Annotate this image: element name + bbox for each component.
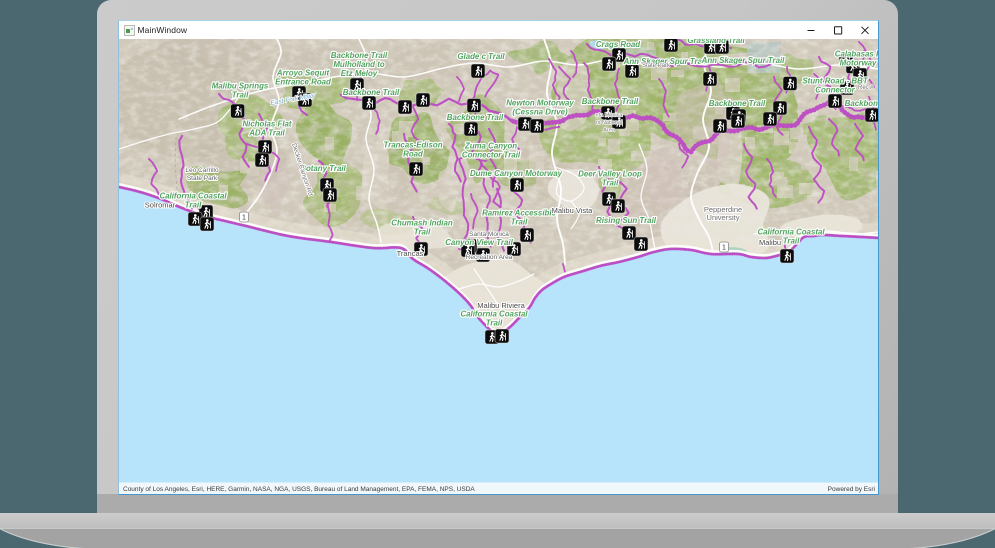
svg-text:Backbone Trail: Backbone Trail bbox=[342, 88, 399, 97]
svg-text:Canyon View Trail: Canyon View Trail bbox=[445, 238, 513, 247]
svg-text:ADA Trail: ADA Trail bbox=[248, 128, 285, 137]
svg-text:Area: Area bbox=[603, 127, 616, 133]
svg-text:Mulholland to: Mulholland to bbox=[333, 60, 384, 69]
svg-text:Recreation Area: Recreation Area bbox=[465, 254, 512, 261]
svg-text:Trancas-Edison: Trancas-Edison bbox=[383, 140, 442, 149]
svg-text:Backbone Trail: Backbone Trail bbox=[581, 97, 638, 106]
svg-text:Crags Road: Crags Road bbox=[595, 40, 639, 49]
svg-text:Ann Skager Spur Trail: Ann Skager Spur Trail bbox=[700, 56, 785, 65]
svg-text:Trail: Trail bbox=[184, 200, 201, 209]
svg-text:Backbone T: Backbone T bbox=[844, 99, 877, 108]
svg-text:Rising Sun Trail: Rising Sun Trail bbox=[596, 216, 657, 225]
svg-text:Arroyo Sequit: Arroyo Sequit bbox=[275, 68, 329, 77]
svg-text:(Cessna Drive): (Cessna Drive) bbox=[512, 107, 568, 116]
svg-text:California Coastal: California Coastal bbox=[460, 309, 528, 318]
svg-text:University: University bbox=[706, 212, 739, 221]
svg-text:Dume Canyon Motorway: Dume Canyon Motorway bbox=[469, 169, 562, 178]
svg-text:1: 1 bbox=[722, 244, 726, 251]
svg-text:Entrance Road: Entrance Road bbox=[275, 77, 331, 86]
svg-text:Deer Valley Loop: Deer Valley Loop bbox=[578, 169, 642, 178]
svg-text:Backbone Trail: Backbone Trail bbox=[708, 99, 765, 108]
svg-text:Etz Meloy: Etz Meloy bbox=[340, 69, 377, 78]
svg-text:County of Los Angeles, Esri, H: County of Los Angeles, Esri, HERE, Garmi… bbox=[123, 486, 475, 493]
svg-text:Solromar: Solromar bbox=[144, 200, 175, 209]
svg-text:Trail: Trail bbox=[510, 217, 527, 226]
svg-text:Trail: Trail bbox=[782, 236, 799, 245]
svg-text:Rec A: Rec A bbox=[857, 85, 873, 91]
svg-text:Backbone Trail: Backbone Trail bbox=[330, 50, 387, 59]
svg-text:Trail: Trail bbox=[231, 90, 248, 99]
svg-text:Nicholas Flat: Nicholas Flat bbox=[242, 119, 291, 128]
svg-text:State Park: State Park bbox=[641, 63, 670, 69]
svg-text:Glade c Trail: Glade c Trail bbox=[457, 52, 505, 61]
svg-text:Powered by Esri: Powered by Esri bbox=[827, 486, 874, 493]
svg-text:rs National: rs National bbox=[595, 120, 621, 126]
svg-text:Road: Road bbox=[403, 149, 423, 158]
svg-text:Backbone Trail: Backbone Trail bbox=[446, 113, 503, 122]
svg-text:Connector Trail: Connector Trail bbox=[461, 150, 520, 159]
svg-text:1: 1 bbox=[242, 214, 246, 221]
svg-text:State Park: State Park bbox=[186, 174, 217, 181]
svg-text:nta Monica: nta Monica bbox=[595, 112, 623, 118]
svg-text:Trail: Trail bbox=[601, 178, 618, 187]
svg-text:Grassland Trail: Grassland Trail bbox=[687, 39, 745, 45]
svg-text:Chumash Indian: Chumash Indian bbox=[391, 218, 453, 227]
svg-text:Zuma Canyon: Zuma Canyon bbox=[463, 141, 516, 150]
svg-text:Malibu Vista: Malibu Vista bbox=[551, 206, 593, 215]
svg-text:Newton Motorway: Newton Motorway bbox=[506, 98, 574, 107]
svg-text:California Coastal: California Coastal bbox=[159, 191, 227, 200]
svg-text:Leo Carrillo: Leo Carrillo bbox=[185, 167, 219, 174]
svg-text:Trail: Trail bbox=[413, 227, 430, 236]
svg-text:Malibu Springs: Malibu Springs bbox=[211, 81, 268, 90]
svg-text:Ramirez Accessible: Ramirez Accessible bbox=[482, 208, 556, 217]
svg-text:Santa Monica: Santa Monica bbox=[469, 231, 509, 238]
svg-text:Connector: Connector bbox=[815, 85, 855, 94]
svg-text:Malibu Riviera: Malibu Riviera bbox=[477, 301, 525, 310]
svg-text:California Coastal: California Coastal bbox=[757, 227, 825, 236]
svg-text:Calabasas P: Calabasas P bbox=[834, 49, 877, 58]
svg-text:Malibu: Malibu bbox=[758, 238, 780, 247]
svg-text:Trancas: Trancas bbox=[396, 249, 423, 258]
svg-text:Trail: Trail bbox=[485, 318, 502, 327]
svg-text:Motorway: Motorway bbox=[839, 58, 876, 67]
